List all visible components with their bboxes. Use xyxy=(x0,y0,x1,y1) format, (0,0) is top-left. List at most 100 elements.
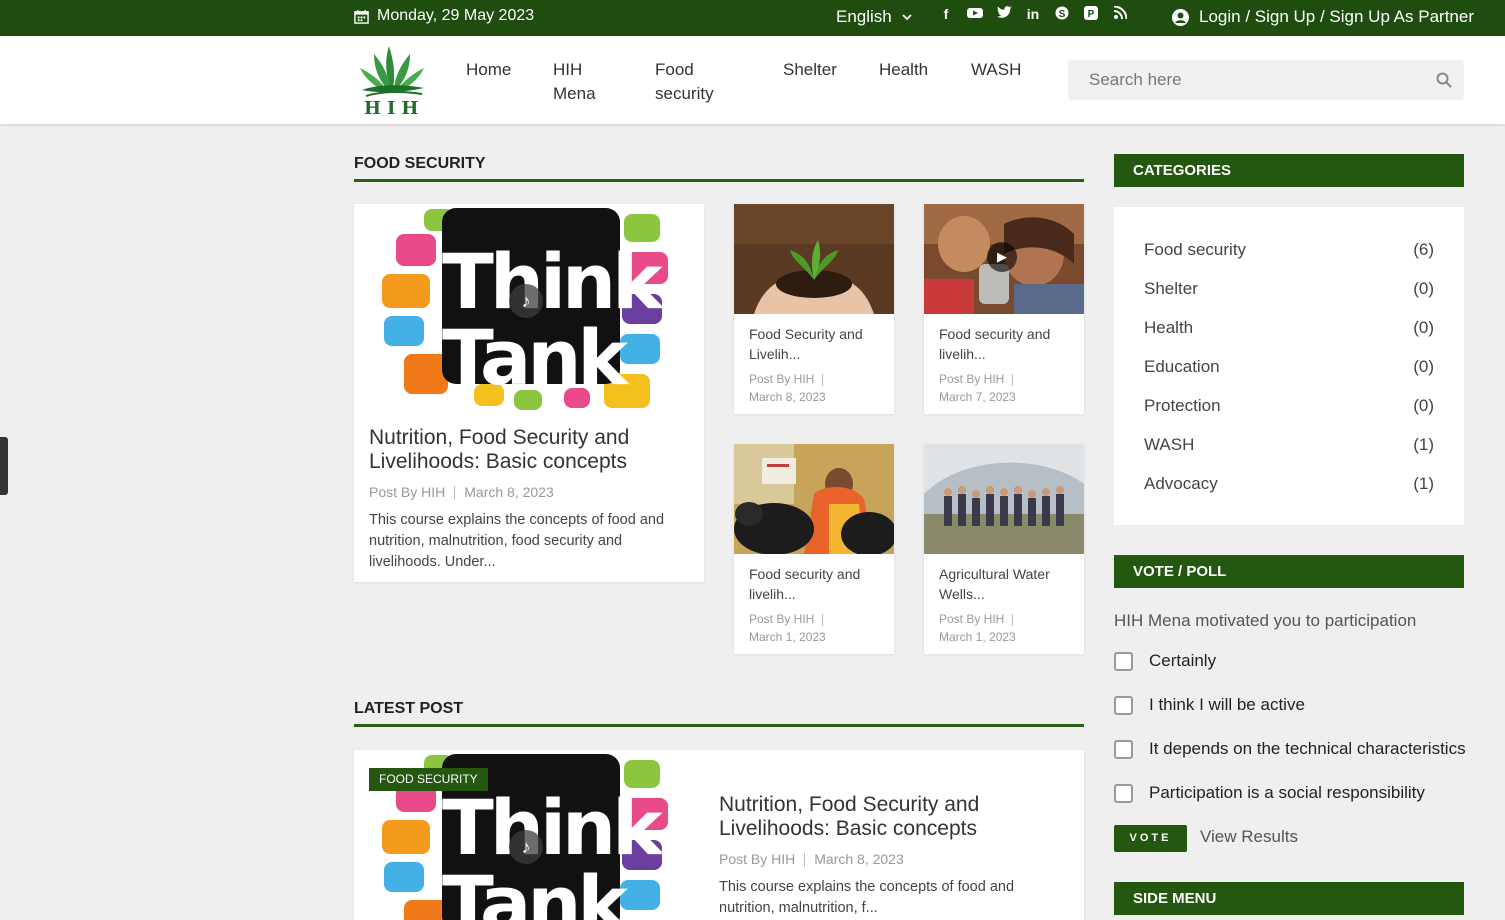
audio-icon[interactable]: ♪ xyxy=(509,830,543,864)
skype-icon[interactable]: S xyxy=(1054,6,1070,23)
latest-post-heading: LATEST POST xyxy=(354,700,1084,727)
poll-option[interactable]: Participation is a social responsibility xyxy=(1114,783,1425,803)
facebook-icon[interactable]: f xyxy=(938,6,954,23)
date-display: Monday, 29 May 2023 xyxy=(354,7,534,25)
nav-shelter[interactable]: Shelter xyxy=(783,58,837,82)
poll-option[interactable]: It depends on the technical characterist… xyxy=(1114,739,1466,759)
category-item[interactable]: Food security (6) xyxy=(1144,240,1434,260)
vote-button[interactable]: VOTE xyxy=(1114,825,1187,852)
latest-post-title[interactable]: Nutrition, Food Security and Livelihoods… xyxy=(719,793,1039,841)
search-icon[interactable] xyxy=(1436,72,1452,88)
chevron-down-icon xyxy=(902,13,912,20)
latest-post-meta: Post By HIH March 8, 2023 xyxy=(719,851,904,868)
post-author: Post By HIH xyxy=(369,484,446,500)
poll-option-label: Participation is a social responsibility xyxy=(1149,783,1425,802)
main-header: HIH Home HIH Mena Food security Shelter … xyxy=(0,36,1505,124)
nav-hih-mena[interactable]: HIH Mena xyxy=(553,58,613,106)
post-card[interactable]: Agricultural Water Wells... Post By HIH M… xyxy=(924,444,1084,654)
featured-post-card[interactable]: Think Tank ♪ Nutrition, Food Security an… xyxy=(354,204,704,582)
checkbox[interactable] xyxy=(1114,783,1133,803)
poll-heading: VOTE / POLL xyxy=(1114,555,1464,588)
post-author: Post By HIH xyxy=(939,612,1005,626)
category-name: Food security xyxy=(1144,240,1247,259)
category-name: Advocacy xyxy=(1144,474,1218,493)
category-badge[interactable]: FOOD SECURITY xyxy=(369,768,488,791)
post-author: Post By HIH xyxy=(719,851,796,867)
post-card[interactable]: ▶ Food security and livelih... Post By H… xyxy=(924,204,1084,414)
poll-option[interactable]: I think I will be active xyxy=(1114,695,1305,715)
category-count: (0) xyxy=(1413,279,1434,298)
post-date: March 8, 2023 xyxy=(814,851,904,867)
post-title[interactable]: Food security and livelih... xyxy=(939,324,1074,364)
soil-plant-image xyxy=(734,204,894,314)
category-count: (1) xyxy=(1413,474,1434,493)
side-toggle-tab[interactable] xyxy=(0,437,8,495)
poll-option[interactable]: Certainly xyxy=(1114,651,1216,671)
category-count: (0) xyxy=(1413,396,1434,415)
children-drinking-image: ▶ xyxy=(924,204,1084,314)
category-count: (6) xyxy=(1413,240,1434,259)
category-item[interactable]: Shelter (0) xyxy=(1144,279,1434,299)
login-link[interactable]: Login / Sign Up / Sign Up As Partner xyxy=(1172,7,1474,27)
pinterest-icon[interactable]: P xyxy=(1083,6,1099,23)
post-meta: Post By HIH March 1, 2023 xyxy=(749,610,831,646)
woman-cattle-image xyxy=(734,444,894,554)
category-name: Health xyxy=(1144,318,1194,337)
nav-health[interactable]: Health xyxy=(879,58,928,82)
featured-post-title[interactable]: Nutrition, Food Security and Livelihoods… xyxy=(369,426,689,474)
language-selector[interactable]: English xyxy=(836,7,912,27)
post-date: March 1, 2023 xyxy=(749,630,826,644)
category-item[interactable]: WASH (1) xyxy=(1144,435,1434,455)
category-item[interactable]: Protection (0) xyxy=(1144,396,1434,416)
categories-list: Food security (6) Shelter (0) Health (0) Ed… xyxy=(1114,207,1464,525)
post-meta: Post By HIH March 7, 2023 xyxy=(939,370,1021,406)
youtube-icon[interactable] xyxy=(967,6,983,23)
leaf-logo-icon xyxy=(360,46,424,97)
post-author: Post By HIH xyxy=(749,612,815,626)
checkbox[interactable] xyxy=(1114,695,1133,715)
featured-post-excerpt: This course explains the concepts of foo… xyxy=(369,512,665,570)
post-card[interactable]: Food Security and Livelih... Post By HIH… xyxy=(734,204,894,414)
poll-option-label: It depends on the technical characterist… xyxy=(1149,739,1466,758)
view-results-link[interactable]: View Results xyxy=(1200,827,1298,847)
food-security-heading: FOOD SECURITY xyxy=(354,155,1084,182)
nav-home[interactable]: Home xyxy=(466,58,511,82)
calendar-icon xyxy=(354,9,369,24)
svg-text:P: P xyxy=(1088,9,1095,20)
poll-option-label: Certainly xyxy=(1149,651,1217,670)
post-title[interactable]: Food security and livelih... xyxy=(749,564,884,604)
post-meta: Post By HIH March 1, 2023 xyxy=(939,610,1021,646)
post-date: March 8, 2023 xyxy=(749,390,826,404)
category-name: Education xyxy=(1144,357,1220,376)
category-name: WASH xyxy=(1144,435,1195,454)
checkbox[interactable] xyxy=(1114,739,1133,759)
twitter-icon[interactable] xyxy=(996,6,1012,23)
poll-question: HIH Mena motivated you to participation xyxy=(1114,611,1417,630)
nav-wash[interactable]: WASH xyxy=(971,58,1021,82)
category-item[interactable]: Advocacy (1) xyxy=(1144,474,1434,494)
checkbox[interactable] xyxy=(1114,651,1133,671)
rss-icon[interactable] xyxy=(1112,5,1128,23)
post-date: March 7, 2023 xyxy=(939,390,1016,404)
post-author: Post By HIH xyxy=(939,372,1005,386)
linkedin-icon[interactable]: in xyxy=(1025,6,1041,23)
category-name: Shelter xyxy=(1144,279,1198,298)
audio-icon[interactable]: ♪ xyxy=(509,284,543,318)
date-text: Monday, 29 May 2023 xyxy=(377,7,535,24)
post-title[interactable]: Food Security and Livelih... xyxy=(749,324,884,364)
featured-post-meta: Post By HIH March 8, 2023 xyxy=(369,484,554,501)
image-caption: Think Tank xyxy=(442,783,663,920)
category-item[interactable]: Education (0) xyxy=(1144,357,1434,377)
category-item[interactable]: Health (0) xyxy=(1144,318,1434,338)
category-count: (0) xyxy=(1413,318,1434,337)
post-meta: Post By HIH March 8, 2023 xyxy=(749,370,831,406)
logo-text: HIH xyxy=(364,98,425,119)
post-title[interactable]: Agricultural Water Wells... xyxy=(939,564,1074,604)
site-logo[interactable]: HIH xyxy=(356,42,428,119)
search-input[interactable] xyxy=(1068,60,1408,100)
search-box xyxy=(1068,60,1464,100)
play-icon[interactable]: ▶ xyxy=(987,242,1017,272)
nav-food-security[interactable]: Food security xyxy=(655,58,735,106)
post-card[interactable]: Food security and livelih... Post By HIH… xyxy=(734,444,894,654)
svg-text:S: S xyxy=(1059,9,1066,20)
